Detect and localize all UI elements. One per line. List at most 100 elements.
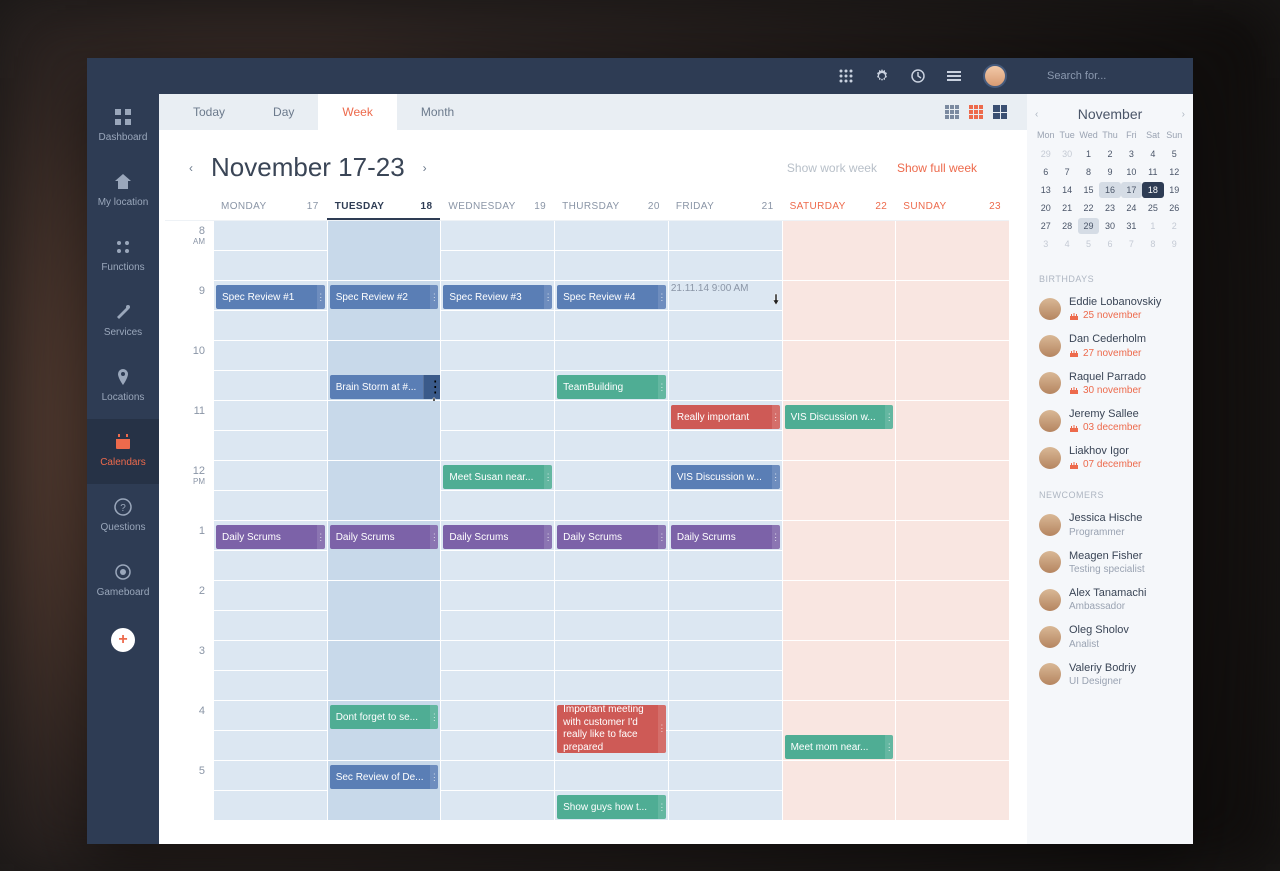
calendar-cell[interactable]: [213, 581, 327, 641]
mini-day[interactable]: 3: [1035, 236, 1056, 252]
calendar-cell[interactable]: [554, 401, 668, 461]
day-header[interactable]: SUNDAY23: [895, 193, 1009, 220]
calendar-cell[interactable]: [327, 641, 441, 701]
mini-day[interactable]: 15: [1078, 182, 1099, 198]
search-input[interactable]: [1047, 70, 1189, 82]
event[interactable]: Daily Scrums: [443, 525, 552, 549]
birthday-person[interactable]: Jeremy Sallee03 december: [1027, 402, 1193, 439]
sidebar-item-calendars[interactable]: Calendars: [87, 419, 159, 484]
event[interactable]: VIS Discussion w...: [785, 405, 894, 429]
menu-icon[interactable]: [947, 69, 961, 83]
sidebar-item-dashboard[interactable]: Dashboard: [87, 94, 159, 159]
day-header[interactable]: THURSDAY20: [554, 193, 668, 220]
grid-view-small-icon[interactable]: [945, 105, 959, 119]
mini-day[interactable]: 7: [1056, 164, 1077, 180]
event[interactable]: TeamBuilding: [557, 375, 666, 399]
calendar-cell[interactable]: [668, 641, 782, 701]
event[interactable]: Spec Review #1: [216, 285, 325, 309]
mini-prev-month[interactable]: ‹: [1035, 109, 1038, 120]
mini-day[interactable]: 11: [1142, 164, 1163, 180]
birthday-person[interactable]: Dan Cederholm27 november: [1027, 327, 1193, 364]
calendar-cell[interactable]: Daily Scrums: [440, 521, 554, 581]
next-week-button[interactable]: ›: [415, 161, 435, 175]
mini-day[interactable]: 5: [1164, 146, 1185, 162]
event[interactable]: Really important: [671, 405, 780, 429]
calendar-cell[interactable]: Dont forget to se...: [327, 701, 441, 761]
calendar-cell[interactable]: [668, 581, 782, 641]
newcomer-person[interactable]: Alex TanamachiAmbassador: [1027, 581, 1193, 618]
calendar-cell[interactable]: [440, 221, 554, 281]
calendar-cell[interactable]: [668, 761, 782, 821]
calendar-cell[interactable]: [895, 461, 1009, 521]
sidebar-item-locations[interactable]: Locations: [87, 354, 159, 419]
mini-day[interactable]: 1: [1078, 146, 1099, 162]
mini-day[interactable]: 4: [1056, 236, 1077, 252]
calendar-cell[interactable]: [782, 281, 896, 341]
event-handle-icon[interactable]: [544, 525, 552, 549]
calendar-cell[interactable]: [440, 701, 554, 761]
calendar-cell[interactable]: [213, 401, 327, 461]
mini-day[interactable]: 29: [1035, 146, 1056, 162]
calendar-cell[interactable]: Meet Susan near...: [440, 461, 554, 521]
calendar-cell[interactable]: Brain Storm at #...⋮: [327, 341, 441, 401]
mini-day[interactable]: 28: [1056, 218, 1077, 234]
prev-week-button[interactable]: ‹: [181, 161, 201, 175]
show-full-week-link[interactable]: Show full week: [897, 161, 977, 175]
gear-icon[interactable]: [875, 69, 889, 83]
calendar-cell[interactable]: VIS Discussion w...: [782, 401, 896, 461]
calendar-cell[interactable]: [895, 701, 1009, 761]
event-handle-icon[interactable]: [430, 285, 438, 309]
calendar-cell[interactable]: Meet mom near...: [782, 701, 896, 761]
calendar-cell[interactable]: [327, 401, 441, 461]
calendar-cell[interactable]: [895, 341, 1009, 401]
mini-next-month[interactable]: ›: [1182, 109, 1185, 120]
mini-day[interactable]: 6: [1099, 236, 1120, 252]
mini-day[interactable]: 12: [1164, 164, 1185, 180]
clock-icon[interactable]: [911, 69, 925, 83]
birthday-person[interactable]: Eddie Lobanovskiy25 november: [1027, 290, 1193, 327]
calendar-cell[interactable]: [782, 221, 896, 281]
mini-day[interactable]: 26: [1164, 200, 1185, 216]
mini-day[interactable]: 18: [1142, 182, 1163, 198]
tab-day[interactable]: Day: [249, 94, 318, 130]
event-handle-icon[interactable]: [430, 525, 438, 549]
mini-day[interactable]: 3: [1121, 146, 1142, 162]
event-handle-icon[interactable]: [772, 525, 780, 549]
mini-day[interactable]: 7: [1121, 236, 1142, 252]
grid-view-medium-icon[interactable]: [969, 105, 983, 119]
mini-day[interactable]: 8: [1142, 236, 1163, 252]
calendar-cell[interactable]: [213, 461, 327, 521]
calendar-cell[interactable]: [895, 521, 1009, 581]
calendar-cell[interactable]: Spec Review #3: [440, 281, 554, 341]
calendar-cell[interactable]: [213, 221, 327, 281]
event-handle-icon[interactable]: [430, 765, 438, 789]
mini-day[interactable]: 1: [1142, 218, 1163, 234]
calendar-cell[interactable]: [554, 461, 668, 521]
event[interactable]: Daily Scrums: [557, 525, 666, 549]
calendar-cell[interactable]: [782, 521, 896, 581]
calendar-cell[interactable]: TeamBuilding: [554, 341, 668, 401]
calendar-cell[interactable]: [782, 461, 896, 521]
sidebar-item-services[interactable]: Services: [87, 289, 159, 354]
mini-day[interactable]: 30: [1099, 218, 1120, 234]
calendar-cell[interactable]: [668, 701, 782, 761]
calendar-cell[interactable]: [440, 341, 554, 401]
calendar-cell[interactable]: Sec Review of De...: [327, 761, 441, 821]
day-header[interactable]: MONDAY17: [213, 193, 327, 220]
event-handle-icon[interactable]: [772, 465, 780, 489]
show-work-week-link[interactable]: Show work week: [787, 161, 877, 175]
calendar-cell[interactable]: 21.11.14 9:00 AM: [668, 281, 782, 341]
birthday-person[interactable]: Liakhov Igor07 december: [1027, 439, 1193, 476]
calendar-cell[interactable]: Spec Review #2: [327, 281, 441, 341]
event-handle-icon[interactable]: [544, 465, 552, 489]
event-handle-icon[interactable]: [658, 285, 666, 309]
calendar-cell[interactable]: [213, 341, 327, 401]
event[interactable]: Dont forget to se...: [330, 705, 439, 729]
calendar-cell[interactable]: Important meeting with customer I'd real…: [554, 701, 668, 761]
sidebar-item-questions[interactable]: ? Questions: [87, 484, 159, 549]
calendar-cell[interactable]: [327, 221, 441, 281]
day-header[interactable]: SATURDAY22: [782, 193, 896, 220]
calendar-cell[interactable]: [782, 641, 896, 701]
sidebar-add-button[interactable]: +: [111, 628, 135, 652]
mini-day[interactable]: 31: [1121, 218, 1142, 234]
